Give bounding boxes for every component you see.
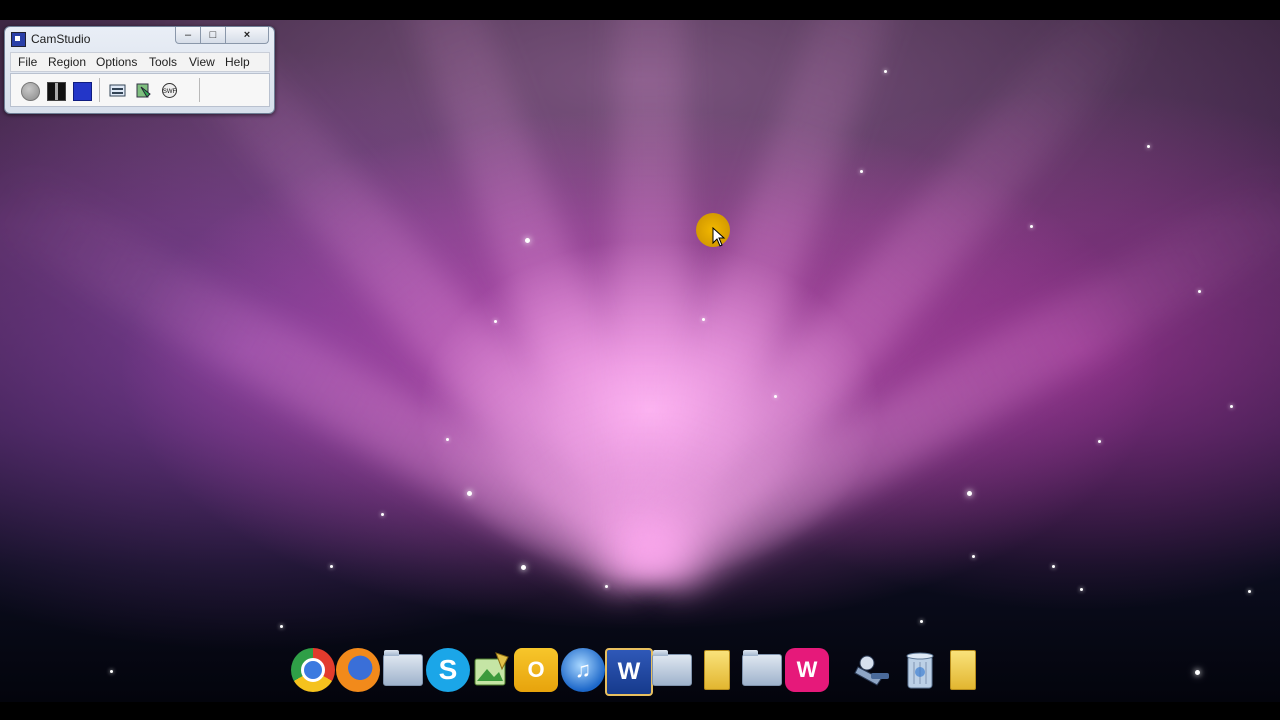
star: [605, 585, 608, 588]
maximize-button[interactable]: □: [200, 27, 226, 44]
swf-icon[interactable]: SWF: [161, 82, 178, 99]
star: [381, 513, 384, 516]
toolbar: SWF: [10, 73, 270, 107]
skype-icon[interactable]: S: [426, 648, 470, 692]
itunes-icon[interactable]: ♫: [561, 648, 605, 692]
menu-view[interactable]: View: [189, 55, 215, 69]
star: [1248, 590, 1251, 593]
star: [1198, 290, 1201, 293]
camstudio-window: CamStudio – □ × File Region Options Tool…: [4, 26, 275, 114]
itunes-glyph: ♫: [574, 657, 592, 682]
winamp-glyph: W: [796, 657, 818, 682]
word-glyph: W: [617, 658, 641, 685]
pointer-icon: [712, 227, 726, 247]
star: [967, 491, 972, 496]
menu-options[interactable]: Options: [96, 55, 137, 69]
yellow-folder-icon[interactable]: [941, 648, 985, 692]
camstudio-app-icon: [11, 32, 26, 47]
folder-icon[interactable]: [650, 648, 694, 692]
menu-help[interactable]: Help: [225, 55, 250, 69]
star: [446, 438, 449, 441]
svg-text:SWF: SWF: [163, 89, 177, 95]
menu-file[interactable]: File: [18, 55, 37, 69]
star: [1052, 565, 1055, 568]
folder-icon[interactable]: [740, 648, 784, 692]
tool-icon[interactable]: [851, 648, 895, 692]
menu-region[interactable]: Region: [48, 55, 86, 69]
star: [1195, 670, 1200, 675]
skype-glyph: S: [438, 654, 458, 685]
outlook-glyph: O: [527, 657, 545, 682]
menu-bar: File Region Options Tools View Help: [10, 52, 270, 72]
word-icon[interactable]: W: [605, 648, 653, 696]
star: [521, 565, 526, 570]
chrome-icon[interactable]: [291, 648, 335, 692]
pause-icon[interactable]: [47, 82, 66, 101]
yellow-folder-icon[interactable]: [695, 648, 739, 692]
trash-icon[interactable]: [898, 648, 942, 692]
close-button[interactable]: ×: [225, 27, 269, 44]
star: [1080, 588, 1083, 591]
image-viewer-icon[interactable]: [470, 648, 514, 692]
record-icon[interactable]: [21, 82, 40, 101]
stop-icon[interactable]: [73, 82, 92, 101]
star: [1230, 405, 1233, 408]
toolbar-separator: [99, 78, 100, 102]
star: [972, 555, 975, 558]
star: [774, 395, 777, 398]
winamp-icon[interactable]: W: [785, 648, 829, 692]
star: [860, 170, 863, 173]
star: [525, 238, 530, 243]
window-title: CamStudio: [31, 32, 91, 46]
menu-tools[interactable]: Tools: [149, 55, 177, 69]
star: [1147, 145, 1150, 148]
star: [702, 318, 705, 321]
star: [467, 491, 472, 496]
star: [494, 320, 497, 323]
star: [1098, 440, 1101, 443]
mouse-cursor: [696, 213, 732, 249]
star: [1030, 225, 1033, 228]
annotation-icon[interactable]: [135, 82, 152, 99]
star: [110, 670, 113, 673]
star: [280, 625, 283, 628]
star: [884, 70, 887, 73]
star: [920, 620, 923, 623]
minimize-button[interactable]: –: [175, 27, 201, 44]
dock: S O ♫ W W: [288, 648, 988, 696]
desktop-wallpaper: [0, 20, 1280, 702]
region-icon[interactable]: [109, 82, 126, 99]
firefox-icon[interactable]: [336, 648, 380, 692]
star: [330, 565, 333, 568]
folder-icon[interactable]: [381, 648, 425, 692]
toolbar-separator: [199, 78, 200, 102]
outlook-icon[interactable]: O: [514, 648, 558, 692]
window-titlebar[interactable]: CamStudio – □ ×: [5, 27, 274, 49]
